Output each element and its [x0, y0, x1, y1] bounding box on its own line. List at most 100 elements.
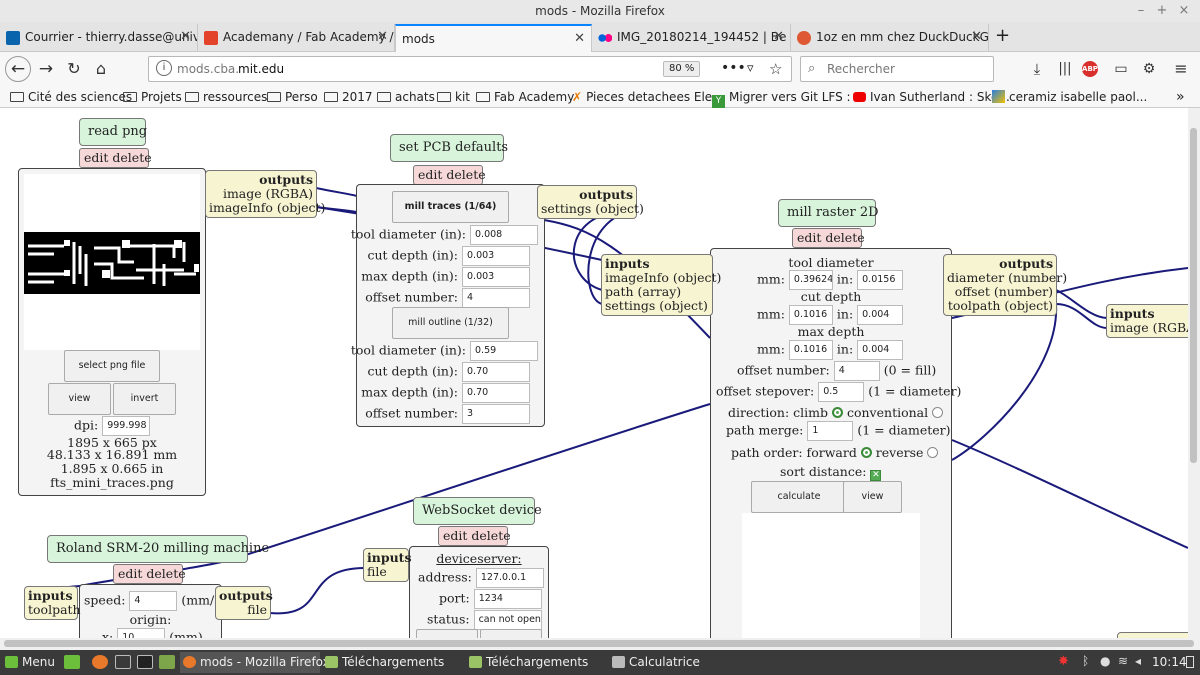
bookmark-folder[interactable]: 2017: [324, 88, 373, 106]
bookmark-link[interactable]: ceramiz isabelle paol...: [992, 88, 1147, 106]
delete-link[interactable]: delete: [471, 528, 510, 543]
input-path[interactable]: path (array): [605, 284, 681, 299]
bookmark-folder[interactable]: Cité des sciences: [10, 88, 132, 106]
tool-mm-field[interactable]: 0.39624: [788, 270, 833, 290]
max-in-field[interactable]: 0.004: [857, 340, 904, 360]
path-merge-field[interactable]: 1: [807, 421, 854, 441]
input-toolpath[interactable]: toolpath: [28, 602, 81, 617]
delete-link[interactable]: delete: [112, 150, 151, 165]
input-image[interactable]: image (RGBA): [1110, 320, 1188, 335]
show-desktop-icon[interactable]: [64, 655, 80, 669]
sidebar-icon[interactable]: ▭: [1108, 56, 1134, 82]
node-title[interactable]: read png: [79, 118, 147, 146]
sort-distance-checkbox[interactable]: ✕: [870, 470, 882, 481]
horizontal-scrollbar[interactable]: [0, 638, 1200, 650]
pocket-icon[interactable]: ▿: [747, 57, 754, 81]
taskbar-downloads-2[interactable]: Téléchargements: [466, 652, 588, 673]
taskbar-calculator[interactable]: Calculatrice: [609, 652, 700, 673]
mods-canvas[interactable]: read png edit delete select png file vie…: [0, 108, 1188, 638]
info-icon[interactable]: i: [156, 60, 172, 76]
workspace-icon[interactable]: [1186, 656, 1194, 668]
mill-raster-outputs[interactable]: outputs diameter (number) offset (number) t…: [943, 254, 1067, 316]
volume-icon[interactable]: ◂: [1135, 654, 1141, 668]
node-title[interactable]: set PCB defaults: [390, 134, 508, 162]
climb-radio[interactable]: [832, 407, 843, 418]
cut-in-field[interactable]: 0.004: [857, 305, 904, 325]
partial-node-inputs[interactable]: inputsimage (RGBA): [1106, 304, 1188, 338]
outline-max-depth-field[interactable]: 0.70: [462, 383, 530, 403]
forward-icon[interactable]: →: [33, 56, 59, 82]
edit-link[interactable]: edit: [418, 167, 442, 182]
outline-cut-depth-field[interactable]: 0.70: [462, 362, 530, 382]
close-icon[interactable]: ✕: [773, 24, 784, 50]
mill-traces-button[interactable]: mill traces (1/64): [392, 191, 509, 223]
close-icon[interactable]: ✕: [377, 24, 388, 50]
bookmark-folder[interactable]: ressources: [185, 88, 267, 106]
bookmark-link[interactable]: ✗ Pieces detachees Ele...: [572, 88, 724, 106]
edit-delete[interactable]: edit delete: [438, 526, 511, 546]
x-field[interactable]: 10: [117, 628, 166, 638]
files-launcher-icon[interactable]: [159, 655, 175, 669]
conventional-radio[interactable]: [932, 407, 944, 418]
maximize-button[interactable]: +: [1153, 0, 1171, 22]
input-file[interactable]: file: [367, 564, 387, 579]
outline-offset-field[interactable]: 3: [462, 404, 530, 424]
input-imageinfo[interactable]: imageInfo (object): [605, 270, 721, 285]
close-icon[interactable]: ✕: [180, 24, 191, 50]
dpi-field[interactable]: 999.998: [102, 416, 151, 436]
back-icon[interactable]: ←: [5, 56, 31, 82]
shield-icon[interactable]: ✸: [1058, 654, 1069, 669]
taskbar-firefox[interactable]: mods - Mozilla Firefox: [180, 652, 330, 673]
address-field[interactable]: 127.0.0.1: [475, 568, 544, 588]
roland-outputs[interactable]: outputs file: [215, 586, 273, 620]
delete-link[interactable]: delete: [146, 566, 185, 581]
output-offset[interactable]: offset (number): [955, 284, 1053, 299]
roland-inputs[interactable]: inputs toolpath: [24, 586, 81, 620]
port-field[interactable]: 1234: [473, 589, 542, 609]
traces-tool-diameter-field[interactable]: 0.008: [470, 225, 538, 245]
more-bookmarks-icon[interactable]: »: [1176, 88, 1185, 106]
library-icon[interactable]: |||: [1052, 56, 1078, 82]
close-window-button[interactable]: ×: [1175, 0, 1193, 22]
outline-tool-diameter-field[interactable]: 0.59: [470, 341, 538, 361]
clock[interactable]: 10:14: [1152, 650, 1187, 675]
view-button[interactable]: view: [843, 481, 902, 513]
mill-outline-button[interactable]: mill outline (1/32): [392, 307, 509, 339]
output-diameter[interactable]: diameter (number): [947, 270, 1067, 285]
user-icon[interactable]: ●: [1100, 654, 1110, 668]
extension-icon[interactable]: ⚙: [1136, 56, 1162, 82]
bookmark-folder[interactable]: achats: [377, 88, 435, 106]
url-bar[interactable]: i mods.cba. mit.edu 80 % ••• ▿ ☆: [148, 56, 792, 82]
reload-icon[interactable]: ↻: [61, 56, 87, 82]
websocket-inputs[interactable]: inputs file: [363, 548, 411, 582]
cut-mm-field[interactable]: 0.1016: [788, 305, 833, 325]
search-input[interactable]: ⌕ Rechercher: [800, 56, 994, 82]
pcb-defaults-outputs[interactable]: outputs settings (object): [537, 185, 644, 219]
scroll-thumb[interactable]: [1190, 128, 1197, 463]
terminal-launcher-icon[interactable]: [137, 655, 153, 669]
traces-cut-depth-field[interactable]: 0.003: [462, 246, 530, 266]
bookmark-folder[interactable]: kit: [437, 88, 470, 106]
tab-duckduckgo[interactable]: 1oz en mm chez DuckDuckGo ✕: [791, 24, 989, 52]
close-icon[interactable]: ✕: [574, 26, 585, 52]
offset-stepover-field[interactable]: 0.5: [818, 382, 865, 402]
edit-link[interactable]: edit: [797, 230, 821, 245]
edit-delete[interactable]: edit delete: [113, 564, 186, 584]
delete-link[interactable]: delete: [446, 167, 485, 182]
edit-delete[interactable]: edit delete: [79, 148, 152, 168]
tool-in-field[interactable]: 0.0156: [857, 270, 904, 290]
edit-link[interactable]: edit: [118, 566, 142, 581]
invert-button[interactable]: invert: [113, 383, 176, 415]
node-title[interactable]: Roland SRM-20 milling machine: [47, 535, 269, 563]
bookmark-folder[interactable]: Perso: [267, 88, 318, 106]
download-icon[interactable]: ⤓: [1024, 56, 1050, 82]
menu-icon[interactable]: ≡: [1168, 56, 1194, 82]
traces-max-depth-field[interactable]: 0.003: [462, 267, 530, 287]
taskbar-downloads-1[interactable]: Téléchargements: [322, 652, 444, 673]
node-title[interactable]: WebSocket device: [413, 497, 542, 525]
output-settings[interactable]: settings (object): [541, 201, 644, 216]
settings-launcher-icon[interactable]: [115, 655, 131, 669]
view-button[interactable]: view: [48, 383, 111, 415]
start-menu-button[interactable]: Menu: [2, 652, 55, 673]
edit-link[interactable]: edit: [84, 150, 108, 165]
